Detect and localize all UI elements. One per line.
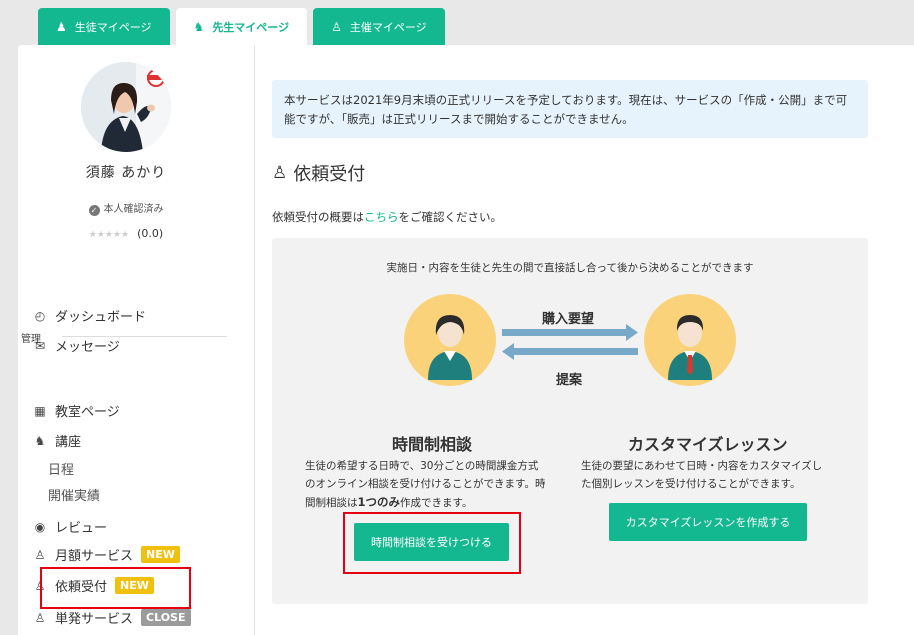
section-label-manage: 管理 (21, 334, 41, 345)
teacher-icon: ♞ (193, 20, 205, 34)
menu-monthly-label: 月額サービス (55, 549, 134, 564)
consult-description: 生徒の希望する日時で、30分ごとの時間課金方式 のオンライン相談を受け付けること… (305, 457, 545, 512)
menu-single[interactable]: ♙ 単発サービス CLOSE (33, 608, 191, 627)
intro-before: 依頼受付の概要は (272, 210, 364, 224)
page-title-text: 依頼受付 (293, 164, 366, 185)
verified-status: ✓ 本人確認済み (0, 200, 252, 216)
student-icon: ♟ (56, 20, 67, 34)
rating-value: (0.0) (137, 227, 164, 240)
consult-desc3-bold: 1つのみ (357, 495, 401, 509)
menu-dashboard[interactable]: ◴ ダッシュボード (33, 306, 147, 326)
box-description: 実施日・内容を生徒と先生の間で直接話し合って後から決めることができます (386, 262, 754, 274)
arrow-label-proposal: 提案 (556, 373, 583, 388)
consult-desc-line3: 間制相談は1つのみ作成できます。 (305, 493, 545, 512)
tab-organizer-label: 主催マイページ (349, 21, 427, 34)
custom-desc-line2: た個別レッスンを受け付けることができます。 (581, 478, 801, 490)
tab-teacher[interactable]: ♞ 先生マイページ (175, 8, 308, 46)
menu-messages-label: メッセージ (55, 340, 120, 355)
teacher-icon: ♞ (34, 433, 46, 448)
menu-reviews-label: レビュー (55, 521, 108, 536)
menu-course-label: 講座 (55, 435, 82, 450)
consult-desc-line1: 生徒の希望する日時で、30分ごとの時間課金方式 (305, 460, 539, 472)
section-divider (62, 336, 227, 337)
building-icon: ▦ (34, 403, 46, 418)
release-notice: 本サービスは2021年9月末頃の正式リリースを予定しております。現在は、サービス… (272, 80, 868, 138)
intro-after: をご確認ください。 (398, 210, 503, 224)
arrow-left-icon (502, 343, 638, 360)
users-icon: ♙ (34, 610, 46, 625)
consult-title: 時間制相談 (392, 435, 473, 454)
custom-desc-line1: 生徒の要望にあわせて日時・内容をカスタマイズし (581, 460, 823, 472)
user-name: 須藤 あかり (85, 165, 167, 181)
users-icon: ♙ (34, 547, 46, 562)
menu-schedule[interactable]: 日程 (48, 459, 74, 478)
menu-single-label: 単発サービス (55, 612, 134, 627)
organizer-icon: ♙ (331, 20, 342, 34)
arrow-label-request: 購入要望 (542, 312, 595, 327)
close-badge: CLOSE (141, 609, 191, 626)
custom-lesson-title: カスタマイズレッスン (628, 435, 788, 454)
tab-teacher-label: 先生マイページ (212, 21, 290, 34)
overview-link[interactable]: こちら (364, 210, 399, 224)
rating-stars: ★★★★★ (88, 230, 130, 240)
dashboard-icon: ◴ (34, 308, 46, 323)
consult-desc3-pre: 間制相談は (305, 497, 358, 509)
users-icon: ♙ (272, 163, 288, 183)
rating: ★★★★★ (0.0) (0, 227, 252, 240)
menu-classroom[interactable]: ▦ 教室ページ (33, 401, 120, 421)
menu-dashboard-label: ダッシュボード (55, 310, 147, 325)
menu-messages[interactable]: ✉ メッセージ (33, 336, 120, 356)
intro-text: 依頼受付の概要はこちらをご確認ください。 (272, 209, 502, 225)
highlight-box-requests (40, 567, 191, 609)
new-badge: NEW (141, 546, 180, 563)
menu-results[interactable]: 開催実績 (48, 485, 100, 504)
create-custom-lesson-button[interactable]: カスタマイズレッスンを作成する (609, 503, 807, 541)
tab-student[interactable]: ♟ 生徒マイページ (38, 8, 170, 46)
highlight-box-consult-button (343, 512, 521, 574)
menu-monthly[interactable]: ♙ 月額サービス NEW (33, 545, 180, 564)
page-title: ♙ 依頼受付 (272, 160, 365, 186)
student-figure-icon (404, 294, 496, 386)
mypage-tabs: ♟ 生徒マイページ ♞ 先生マイページ ♙ 主催マイページ (38, 8, 445, 46)
tab-organizer[interactable]: ♙ 主催マイページ (313, 8, 445, 46)
menu-course[interactable]: ♞ 講座 (33, 431, 82, 451)
speech-bubble-icon: ◉ (34, 519, 46, 534)
custom-lesson-description: 生徒の要望にあわせて日時・内容をカスタマイズし た個別レッスンを受け付けることが… (581, 457, 822, 493)
avatar (81, 62, 171, 152)
tab-student-label: 生徒マイページ (74, 21, 152, 34)
consult-desc-line2: のオンライン相談を受け付けることができます。時 (305, 478, 546, 490)
menu-classroom-label: 教室ページ (55, 405, 120, 420)
verified-label: 本人確認済み (103, 204, 164, 215)
consult-desc3-post: 作成できます。 (400, 497, 473, 509)
check-circle-icon: ✓ (88, 205, 100, 216)
teacher-figure-icon (644, 294, 736, 386)
menu-reviews[interactable]: ◉ レビュー (33, 517, 108, 537)
